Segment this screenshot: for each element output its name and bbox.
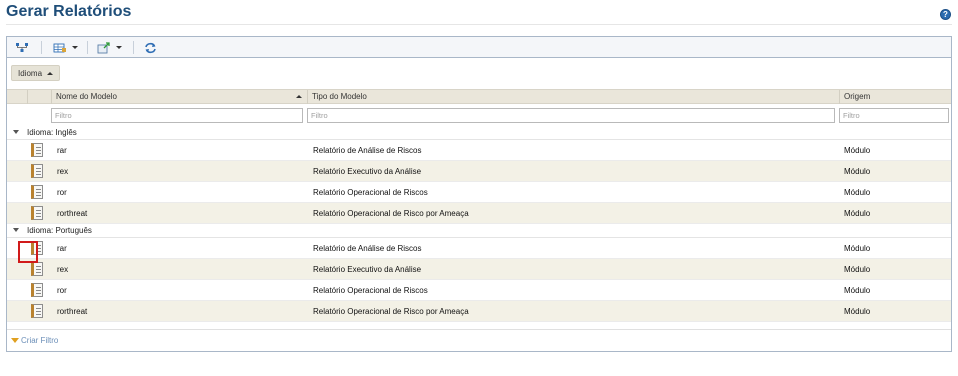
table-row[interactable]: ror Relatório Operacional de Riscos Módulo (7, 280, 951, 301)
cell-model-name: ror (57, 188, 67, 197)
header-expander-cell (7, 90, 27, 104)
cell-origin: Módulo (844, 146, 871, 155)
page-title: Gerar Relatórios (6, 3, 132, 20)
grid-view-button[interactable] (53, 40, 78, 55)
help-icon[interactable]: ? (940, 9, 951, 20)
refresh-icon (145, 42, 156, 53)
export-button[interactable] (97, 40, 122, 55)
cell-model-name: ror (57, 286, 67, 295)
refresh-button[interactable] (144, 40, 157, 55)
report-document-icon[interactable] (31, 262, 43, 276)
cell-origin: Módulo (844, 307, 871, 316)
table-row[interactable]: rar Relatório de Análise de Riscos Módulo (7, 140, 951, 161)
cell-model-name: rorthreat (57, 307, 88, 316)
toolbar (7, 37, 951, 58)
filter-input-origem[interactable] (839, 108, 949, 123)
collapse-chevron-icon[interactable] (13, 228, 19, 232)
filter-row (7, 105, 951, 126)
header-icon-cell (27, 90, 51, 104)
create-filter-label: Criar Filtro (21, 336, 59, 345)
column-header-label: Origem (844, 92, 871, 101)
report-document-icon[interactable] (31, 164, 43, 178)
cell-model-type: Relatório Operacional de Riscos (313, 188, 428, 197)
hierarchy-button[interactable] (15, 40, 29, 55)
cell-origin: Módulo (844, 265, 871, 274)
group-header-row[interactable]: Idioma: Português (7, 224, 951, 238)
report-document-icon[interactable] (31, 304, 43, 318)
hierarchy-icon (16, 42, 28, 52)
sort-asc-icon (47, 71, 54, 75)
table-row[interactable]: rar Relatório de Análise de Riscos Módulo (7, 238, 951, 259)
report-document-icon[interactable] (31, 143, 43, 157)
cell-model-type: Relatório Executivo da Análise (313, 265, 422, 274)
report-grid-panel: Idioma Nome do Modelo Tipo do Modelo Ori… (6, 36, 952, 352)
cell-model-type: Relatório de Análise de Riscos (313, 244, 422, 253)
grouping-bar: Idioma (7, 59, 951, 88)
export-icon (97, 41, 110, 53)
create-filter-link[interactable]: Criar Filtro (11, 336, 58, 345)
group-header-row[interactable]: Idioma: Inglês (7, 126, 951, 140)
group-label: Idioma: Inglês (27, 128, 77, 137)
cell-origin: Módulo (844, 167, 871, 176)
column-header-origem[interactable]: Origem (839, 90, 951, 104)
group-label: Idioma: Português (27, 226, 92, 235)
column-header-nome[interactable]: Nome do Modelo (51, 90, 307, 104)
chevron-down-icon (116, 46, 122, 49)
column-header-label: Nome do Modelo (56, 92, 117, 101)
group-chip-label: Idioma (18, 68, 43, 78)
grid-footer: Criar Filtro (7, 329, 951, 351)
cell-model-name: rex (57, 167, 69, 176)
group-chip-idioma[interactable]: Idioma (11, 65, 61, 81)
table-row[interactable]: rorthreat Relatório Operacional de Risco … (7, 301, 951, 322)
cell-model-type: Relatório Operacional de Riscos (313, 286, 428, 295)
filter-icon (11, 338, 19, 343)
toolbar-separator (87, 41, 88, 54)
table-row[interactable]: rorthreat Relatório Operacional de Risco … (7, 203, 951, 224)
toolbar-separator (41, 41, 42, 54)
column-header-label: Tipo do Modelo (312, 92, 367, 101)
filter-input-tipo[interactable] (307, 108, 835, 123)
column-header-tipo[interactable]: Tipo do Modelo (307, 90, 839, 104)
table-row[interactable]: rex Relatório Executivo da Análise Módulo (7, 259, 951, 280)
cell-origin: Módulo (844, 188, 871, 197)
toolbar-separator (133, 41, 134, 54)
sort-asc-icon (296, 95, 302, 98)
report-document-icon[interactable] (31, 206, 43, 220)
cell-model-type: Relatório de Análise de Riscos (313, 146, 422, 155)
collapse-chevron-icon[interactable] (13, 130, 19, 134)
grid-view-icon (53, 43, 66, 52)
cell-origin: Módulo (844, 286, 871, 295)
highlight-box (18, 241, 38, 263)
table-row[interactable]: rex Relatório Executivo da Análise Módulo (7, 161, 951, 182)
cell-model-type: Relatório Executivo da Análise (313, 167, 422, 176)
cell-model-name: rar (57, 146, 67, 155)
cell-model-name: rex (57, 265, 69, 274)
filter-input-nome[interactable] (51, 108, 303, 123)
report-document-icon[interactable] (31, 185, 43, 199)
grid-header: Nome do Modelo Tipo do Modelo Origem (7, 89, 951, 104)
report-document-icon[interactable] (31, 283, 43, 297)
cell-model-type: Relatório Operacional de Risco por Ameaç… (313, 307, 469, 316)
table-row[interactable]: ror Relatório Operacional de Riscos Módulo (7, 182, 951, 203)
cell-origin: Módulo (844, 209, 871, 218)
cell-origin: Módulo (844, 244, 871, 253)
cell-model-name: rar (57, 244, 67, 253)
chevron-down-icon (72, 46, 78, 49)
cell-model-name: rorthreat (57, 209, 88, 218)
cell-model-type: Relatório Operacional de Risco por Ameaç… (313, 209, 469, 218)
title-divider (6, 24, 952, 25)
